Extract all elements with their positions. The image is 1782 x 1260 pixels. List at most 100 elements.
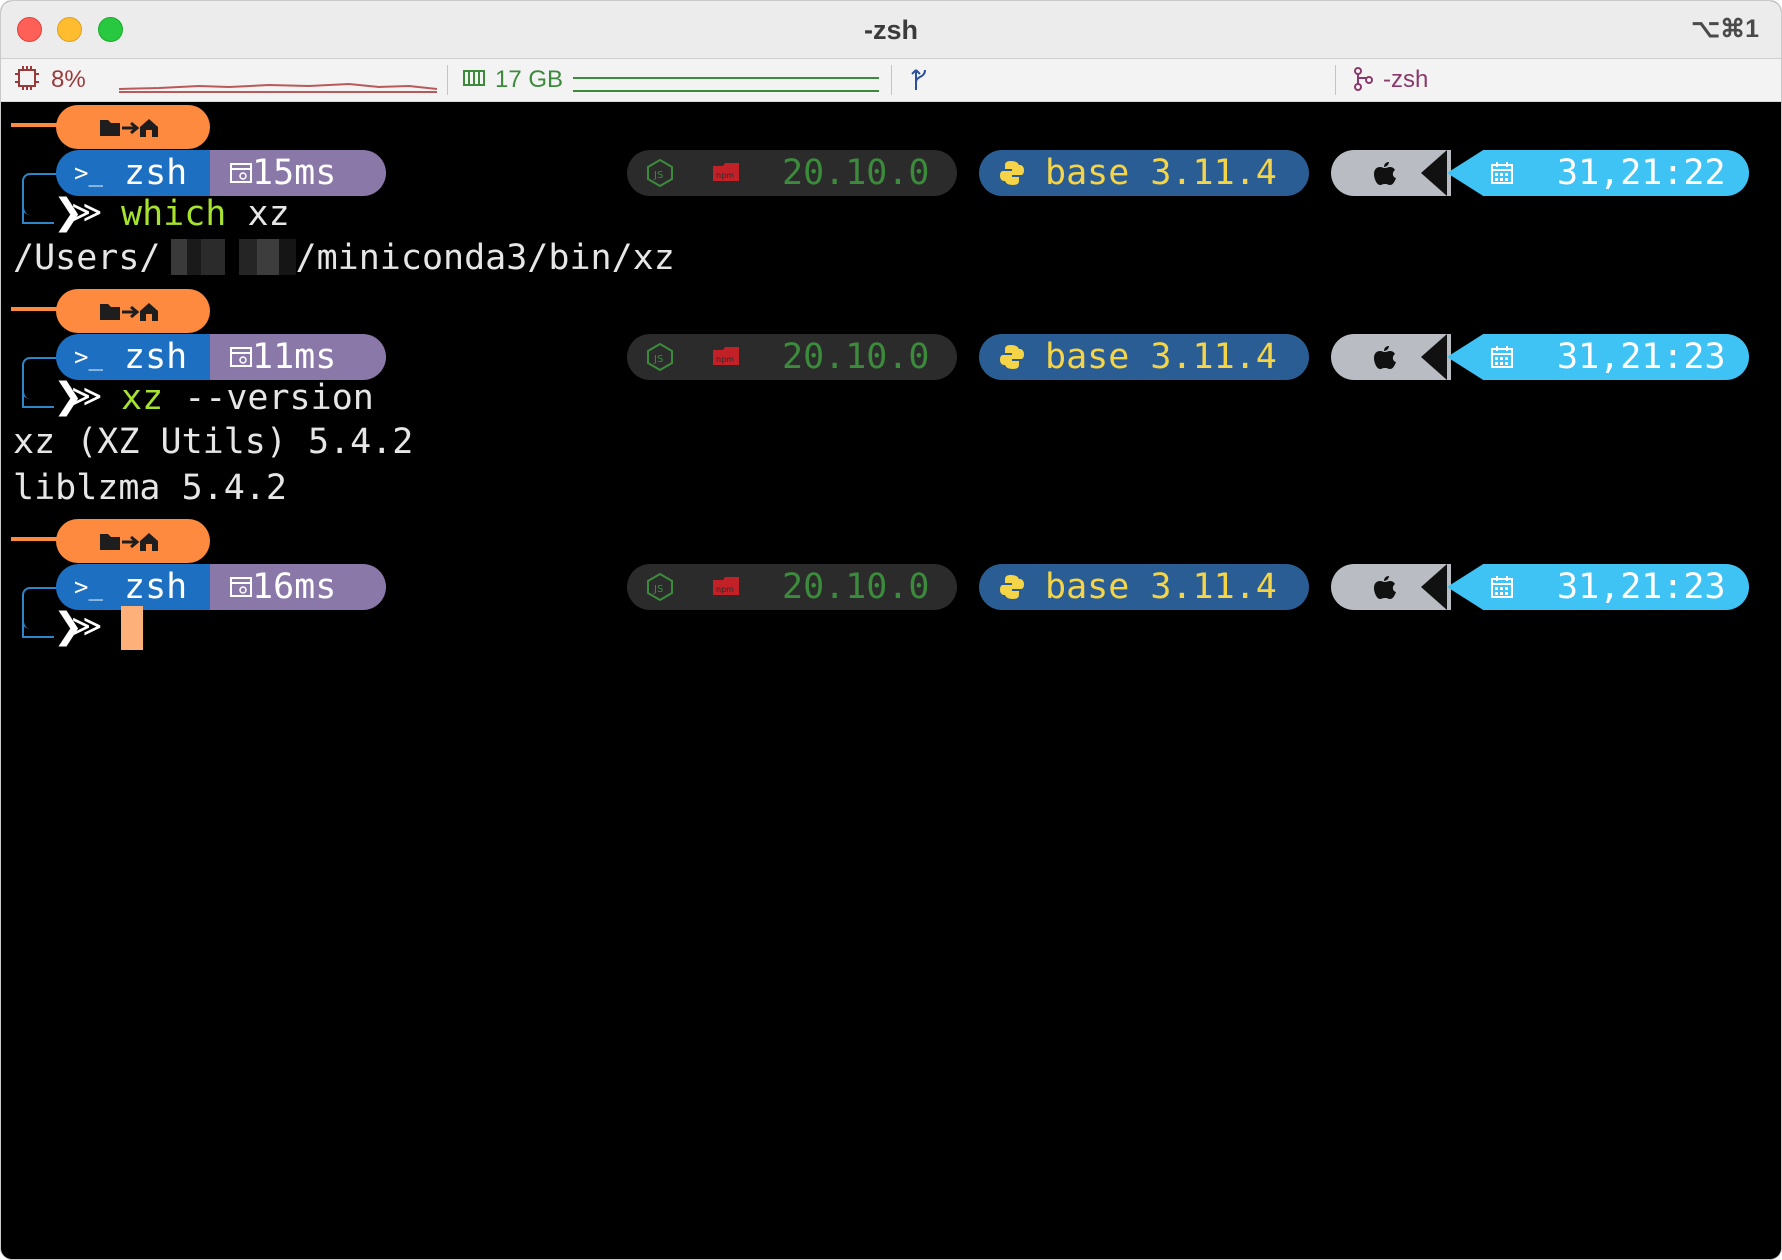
svg-text:JS: JS — [653, 354, 663, 365]
command-duration: 11ms — [252, 337, 337, 377]
directory-segment — [56, 105, 210, 149]
terminal-window: -zsh ⌥⌘1 8% 17 GB -zsh >_ zsh 15ms JS npm 20.… — [0, 0, 1782, 1260]
memory-icon — [462, 66, 486, 97]
prompt-double-arrow-icon: ≫ — [71, 195, 103, 230]
status-bar: 8% 17 GB -zsh — [1, 59, 1781, 102]
output-line: /Users/ /miniconda3/bin/xz — [13, 236, 675, 280]
output-line: xz (XZ Utils) 5.4.2 — [13, 422, 414, 462]
node-version: 20.10.0 — [782, 153, 930, 193]
node-segment: JS npm 20.10.0 — [627, 334, 957, 380]
prompt-connector-dash — [11, 537, 57, 541]
timer-icon — [230, 577, 252, 597]
prompt-connector-bracket-lower — [22, 374, 54, 408]
command-args: xz — [247, 194, 290, 234]
memory-usage: 17 GB — [495, 66, 564, 93]
node-segment: JS npm 20.10.0 — [627, 564, 957, 610]
time-segment: 31,21:23 — [1447, 564, 1749, 610]
shell-segment: >_ zsh 11ms — [56, 334, 386, 380]
prompt-time: 31,21:22 — [1557, 153, 1726, 193]
directory-segment — [56, 519, 210, 563]
svg-text:JS: JS — [653, 170, 663, 181]
python-env: base 3.11.4 — [1045, 567, 1277, 607]
folder-home-icon — [100, 533, 158, 551]
timer-icon — [230, 347, 252, 367]
session-name: -zsh — [1383, 66, 1429, 93]
apple-icon — [1374, 346, 1396, 369]
os-time-segment: 31,21:23 — [1331, 564, 1749, 610]
command-duration: 15ms — [252, 153, 337, 193]
timer-icon — [230, 163, 252, 183]
terminal-cursor — [121, 606, 143, 650]
duration-segment: 11ms — [210, 334, 386, 380]
os-time-segment: 31,21:22 — [1331, 150, 1749, 196]
shell-segment: >_ zsh 16ms — [56, 564, 386, 610]
python-segment: base 3.11.4 — [979, 150, 1309, 196]
directory-segment — [56, 289, 210, 333]
command-name: xz — [121, 378, 164, 418]
shell-segment: >_ zsh 15ms — [56, 150, 386, 196]
calendar-icon — [1491, 162, 1513, 184]
os-segment — [1331, 564, 1451, 610]
command-args: --version — [184, 378, 374, 418]
python-segment: base 3.11.4 — [979, 564, 1309, 610]
output-line: liblzma 5.4.2 — [13, 468, 287, 508]
npm-icon: npm — [713, 347, 739, 365]
time-segment: 31,21:22 — [1447, 150, 1749, 196]
nodejs-icon: JS — [647, 343, 673, 371]
terminal-content[interactable]: >_ zsh 15ms JS npm 20.10.0 base 3.11.4 31,21:22… — [1, 102, 1781, 1259]
prompt-double-arrow-icon: ≫ — [71, 379, 103, 414]
node-version: 20.10.0 — [782, 337, 930, 377]
node-version: 20.10.0 — [782, 567, 930, 607]
git-branch-icon — [911, 66, 931, 99]
shell-name-segment: >_ zsh — [56, 150, 210, 196]
calendar-icon — [1491, 576, 1513, 598]
svg-text:npm: npm — [716, 355, 734, 364]
node-segment: JS npm 20.10.0 — [627, 150, 957, 196]
shell-name-segment: >_ zsh — [56, 564, 210, 610]
os-segment — [1331, 334, 1451, 380]
prompt-time: 31,21:23 — [1557, 567, 1726, 607]
redacted-username — [160, 239, 296, 275]
terminal-prompt-icon: >_ — [74, 159, 103, 187]
duration-segment: 16ms — [210, 564, 386, 610]
npm-icon: npm — [713, 163, 739, 181]
shell-name: zsh — [124, 337, 188, 377]
calendar-icon — [1491, 346, 1513, 368]
python-icon — [1000, 345, 1024, 369]
prompt-connector-dash — [11, 123, 57, 127]
prompt-double-arrow-icon: ≫ — [71, 609, 103, 644]
duration-segment: 15ms — [210, 150, 386, 196]
prompt-connector-dash — [11, 307, 57, 311]
prompt-time: 31,21:23 — [1557, 337, 1726, 377]
svg-text:npm: npm — [716, 171, 734, 180]
command-duration: 16ms — [252, 567, 337, 607]
npm-icon: npm — [713, 577, 739, 595]
os-segment — [1331, 150, 1451, 196]
terminal-prompt-icon: >_ — [74, 343, 103, 371]
folder-home-icon — [100, 119, 158, 137]
folder-home-icon — [100, 303, 158, 321]
nodejs-icon: JS — [647, 573, 673, 601]
shell-name-segment: >_ zsh — [56, 334, 210, 380]
shell-name: zsh — [124, 153, 188, 193]
apple-icon — [1374, 576, 1396, 599]
window-shortcut: ⌥⌘1 — [1691, 15, 1759, 43]
command-name: which — [121, 194, 227, 234]
svg-text:npm: npm — [716, 585, 734, 594]
apple-icon — [1374, 162, 1396, 185]
python-segment: base 3.11.4 — [979, 334, 1309, 380]
nodejs-icon: JS — [647, 159, 673, 187]
python-icon — [1000, 161, 1024, 185]
prompt-connector-bracket-lower — [22, 604, 54, 638]
output-text: /miniconda3/bin/xz — [295, 238, 675, 278]
title-bar: -zsh ⌥⌘1 — [1, 1, 1781, 59]
memory-graph — [573, 67, 879, 100]
shell-name: zsh — [124, 567, 188, 607]
python-icon — [1000, 575, 1024, 599]
python-env: base 3.11.4 — [1045, 337, 1277, 377]
cpu-graph — [118, 67, 438, 100]
terminal-prompt-icon: >_ — [74, 573, 103, 601]
prompt-connector-bracket-lower — [22, 190, 54, 224]
os-time-segment: 31,21:23 — [1331, 334, 1749, 380]
cpu-usage: 8% — [51, 66, 86, 93]
